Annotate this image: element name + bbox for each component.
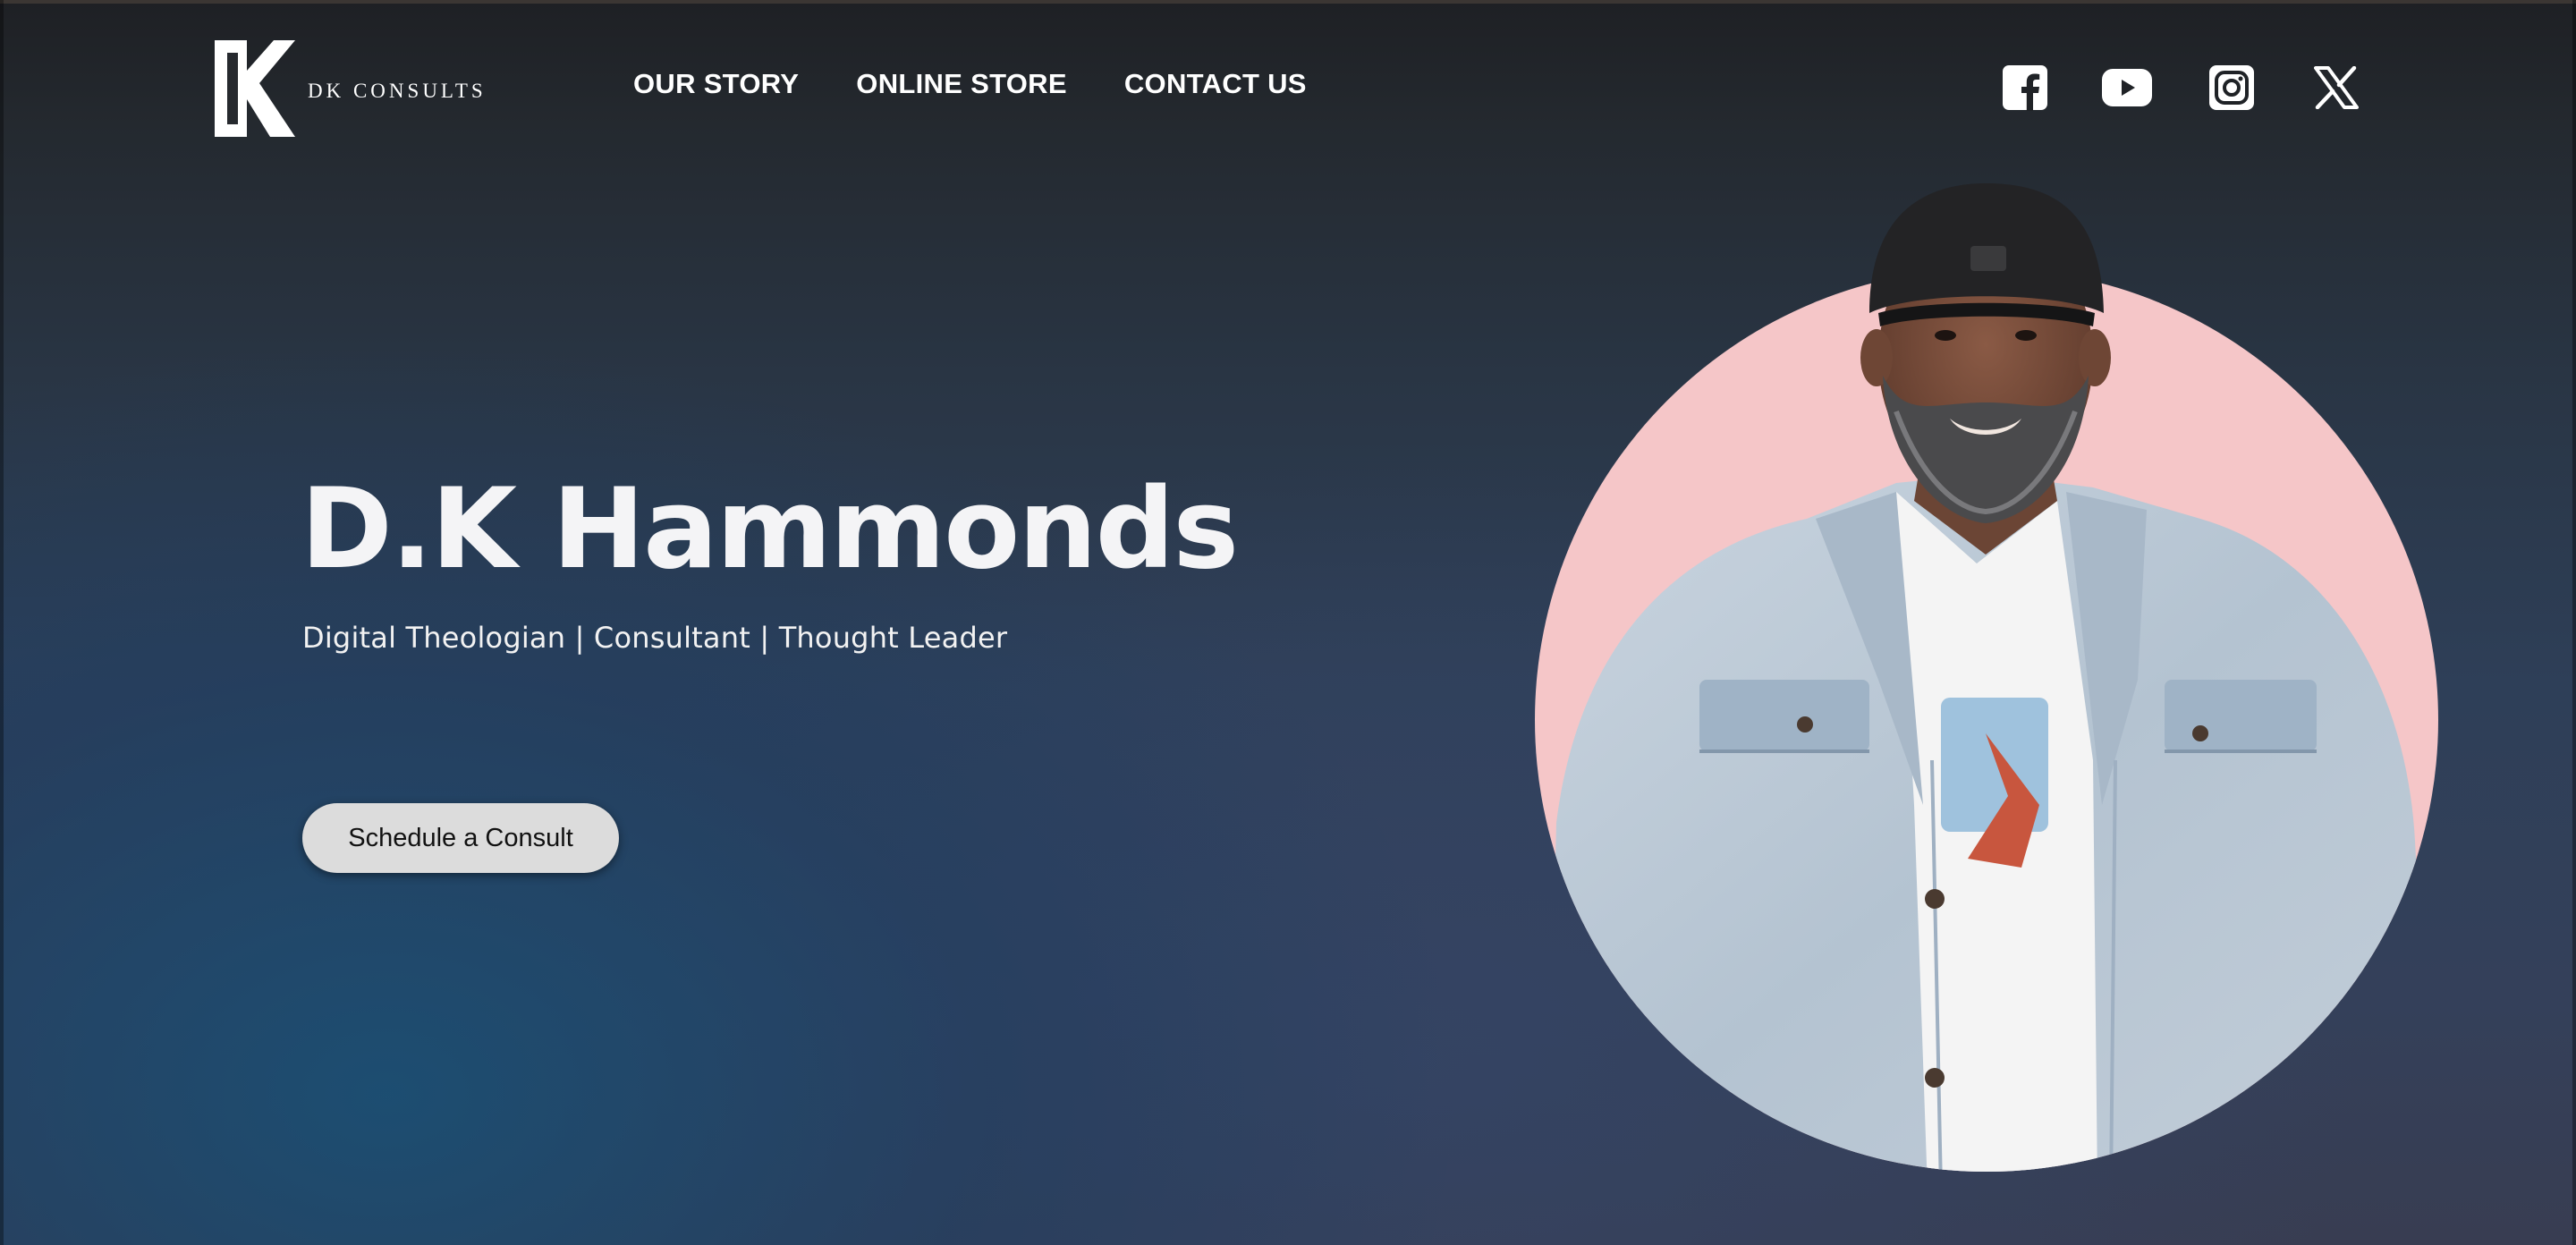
window-top-border [0,0,2576,4]
schedule-consult-button[interactable]: Schedule a Consult [302,803,619,873]
brand-name: DK CONSULTS [308,80,487,102]
nav-our-story[interactable]: OUR STORY [633,68,799,100]
facebook-icon[interactable] [2000,63,2050,113]
hero-subtitle: Digital Theologian | Consultant | Though… [302,621,1008,655]
portrait-image [1521,179,2451,1181]
hero-title: D.K Hammonds [301,465,1239,594]
portrait-photo [1535,183,2438,1172]
window-left-edge [0,0,4,1245]
instagram-icon[interactable] [2207,63,2257,113]
window-right-edge [2572,0,2576,1245]
hero-page: DK CONSULTS OUR STORY ONLINE STORE CONTA… [0,0,2576,1245]
youtube-icon[interactable] [2102,63,2152,113]
x-icon[interactable] [2311,63,2361,113]
brand-logo[interactable]: DK CONSULTS [215,39,487,138]
nav-contact-us[interactable]: CONTACT US [1124,68,1307,100]
dk-logo-mark-icon [215,40,295,137]
nav-online-store[interactable]: ONLINE STORE [856,68,1067,100]
main-nav: OUR STORY ONLINE STORE CONTACT US [633,68,1307,100]
